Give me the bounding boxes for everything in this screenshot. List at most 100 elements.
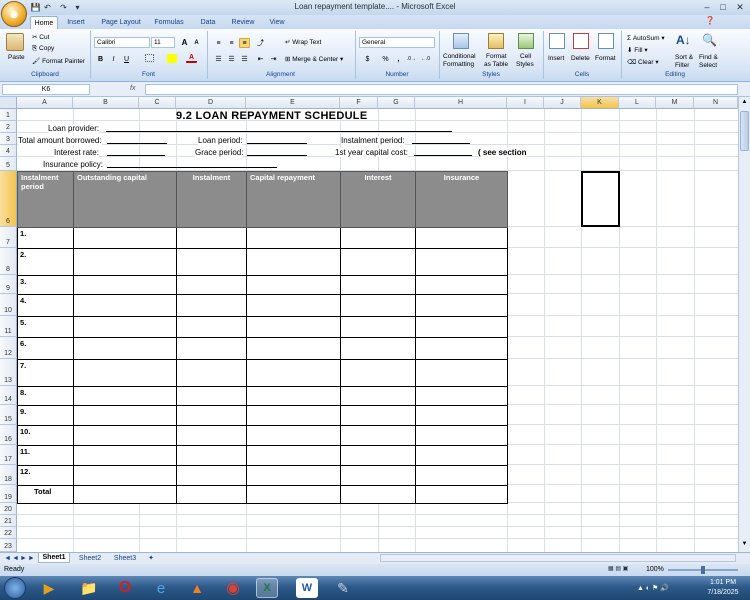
- paste-button[interactable]: Paste: [8, 54, 25, 61]
- format-as-table-button[interactable]: Format: [486, 53, 507, 60]
- clock-date[interactable]: 7/18/2025: [700, 589, 746, 596]
- table-cell[interactable]: [176, 359, 247, 387]
- tab-review[interactable]: Review: [228, 16, 258, 29]
- shrink-font-icon[interactable]: A: [191, 38, 202, 48]
- table-cell[interactable]: [340, 359, 416, 387]
- table-cell[interactable]: [176, 337, 247, 360]
- table-cell[interactable]: [246, 485, 341, 504]
- format-button[interactable]: Format: [595, 55, 616, 62]
- copy-button[interactable]: ⎘ Copy: [32, 45, 54, 53]
- table-cell[interactable]: [176, 316, 247, 338]
- table-cell[interactable]: [340, 386, 416, 406]
- scroll-thumb[interactable]: [740, 111, 749, 151]
- col-header-a[interactable]: A: [17, 97, 73, 109]
- insert-sheet-icon[interactable]: ✦: [144, 553, 158, 563]
- period-cell[interactable]: 6.: [17, 337, 74, 360]
- minimize-button[interactable]: –: [700, 1, 714, 13]
- table-cell[interactable]: [415, 294, 508, 317]
- tab-home[interactable]: Home: [30, 16, 58, 29]
- find-select-button[interactable]: Find &: [699, 54, 718, 61]
- close-button[interactable]: ✕: [733, 1, 747, 13]
- find-select-icon[interactable]: 🔍: [702, 33, 717, 47]
- table-cell[interactable]: [73, 275, 177, 295]
- table-cell[interactable]: [176, 405, 247, 426]
- chrome-icon[interactable]: ◉: [222, 578, 244, 598]
- table-cell[interactable]: [340, 425, 416, 446]
- table-cell[interactable]: [415, 425, 508, 446]
- period-cell[interactable]: 9.: [17, 405, 74, 426]
- table-cell[interactable]: [415, 405, 508, 426]
- start-button[interactable]: [4, 577, 26, 599]
- scroll-up-icon[interactable]: ▲: [740, 99, 749, 107]
- conditional-formatting-icon[interactable]: [453, 33, 469, 49]
- row-header[interactable]: 15: [0, 405, 17, 425]
- tab-sheet3[interactable]: Sheet3: [109, 553, 141, 563]
- row-header[interactable]: 11: [0, 316, 17, 337]
- period-cell[interactable]: 12.: [17, 465, 74, 486]
- col-header-m[interactable]: M: [656, 97, 694, 109]
- table-cell[interactable]: [73, 294, 177, 317]
- period-cell[interactable]: 2.: [17, 248, 74, 276]
- format-cells-icon[interactable]: [598, 33, 614, 49]
- row-header[interactable]: 8: [0, 248, 17, 275]
- table-cell[interactable]: [73, 359, 177, 387]
- currency-button[interactable]: $: [362, 54, 373, 64]
- wrap-text-button[interactable]: ↵ Wrap Text: [285, 38, 321, 46]
- row-header[interactable]: 9: [0, 275, 17, 294]
- percent-button[interactable]: %: [380, 54, 391, 64]
- table-cell[interactable]: [176, 485, 247, 504]
- delete-button[interactable]: Delete: [571, 55, 590, 62]
- table-cell[interactable]: [246, 294, 341, 317]
- clear-button[interactable]: ⌫ Clear ▾: [627, 58, 659, 66]
- row-header[interactable]: 3: [0, 133, 17, 145]
- align-right-icon[interactable]: ☰: [239, 54, 250, 64]
- tab-view[interactable]: View: [264, 16, 290, 29]
- table-cell[interactable]: [73, 465, 177, 486]
- merge-center-button[interactable]: ⊞ Merge & Center ▾: [285, 55, 343, 63]
- decrease-decimal-icon[interactable]: ←.0: [420, 54, 431, 64]
- table-cell[interactable]: [340, 294, 416, 317]
- table-cell[interactable]: [73, 405, 177, 426]
- tray-icons[interactable]: ▲ ◐ ⚑ 🔊: [637, 584, 669, 592]
- vertical-scrollbar[interactable]: ▲ ▼: [738, 97, 750, 552]
- table-cell[interactable]: [415, 386, 508, 406]
- table-cell[interactable]: [415, 316, 508, 338]
- align-center-icon[interactable]: ☰: [226, 54, 237, 64]
- col-header-h[interactable]: H: [415, 97, 507, 109]
- autosum-button[interactable]: Σ AutoSum ▾: [627, 34, 665, 42]
- comma-button[interactable]: ,: [393, 54, 404, 64]
- table-cell[interactable]: [340, 465, 416, 486]
- zoom-level[interactable]: 100%: [646, 566, 664, 573]
- internet-explorer-icon[interactable]: e: [150, 578, 172, 598]
- table-cell[interactable]: [176, 275, 247, 295]
- table-cell[interactable]: [415, 337, 508, 360]
- total-cell[interactable]: Total: [17, 485, 74, 504]
- col-header-l[interactable]: L: [619, 97, 656, 109]
- increase-indent-icon[interactable]: ⇥: [268, 54, 279, 64]
- col-header-b[interactable]: B: [73, 97, 139, 109]
- table-cell[interactable]: [246, 248, 341, 276]
- period-cell[interactable]: 5.: [17, 316, 74, 338]
- sort-filter-button[interactable]: Sort &: [675, 54, 693, 61]
- row-header[interactable]: 21: [0, 515, 17, 527]
- table-cell[interactable]: [246, 227, 341, 249]
- table-cell[interactable]: [73, 445, 177, 466]
- opera-icon[interactable]: O: [114, 578, 136, 598]
- col-header-i[interactable]: I: [507, 97, 544, 109]
- period-cell[interactable]: 4.: [17, 294, 74, 317]
- tab-sheet2[interactable]: Sheet2: [74, 553, 106, 563]
- format-painter-button[interactable]: 🖌 Format Painter: [32, 57, 85, 65]
- table-cell[interactable]: [340, 275, 416, 295]
- col-header-n[interactable]: N: [694, 97, 738, 109]
- table-cell[interactable]: [340, 337, 416, 360]
- font-size-combo[interactable]: 11: [151, 37, 175, 48]
- col-header-e[interactable]: E: [246, 97, 340, 109]
- col-header-c[interactable]: C: [139, 97, 176, 109]
- underline-button[interactable]: U: [121, 54, 132, 64]
- row-header[interactable]: 10: [0, 294, 17, 316]
- table-cell[interactable]: [415, 275, 508, 295]
- decrease-indent-icon[interactable]: ⇤: [255, 54, 266, 64]
- table-cell[interactable]: [415, 445, 508, 466]
- table-cell[interactable]: [73, 337, 177, 360]
- table-cell[interactable]: [73, 425, 177, 446]
